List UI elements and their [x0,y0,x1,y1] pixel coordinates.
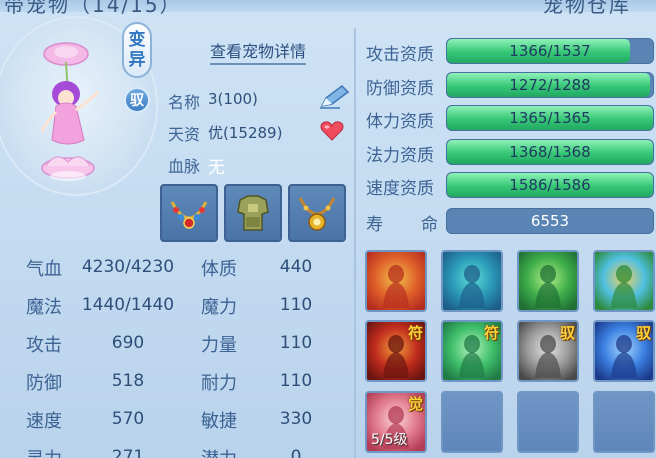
aptitude-value: 1272/1288 [509,76,591,94]
skill-slot[interactable] [441,250,503,312]
panel-divider [354,28,356,458]
lifespan-label-char-2: 命 [421,215,438,235]
armor-icon [237,195,269,231]
aptitude-label: 速度资质 [366,179,434,199]
skill-slot[interactable] [517,250,579,312]
skill-tag: 觉 [407,395,423,413]
stat-label: 防御 [26,373,62,394]
skill-tag: 驭 [635,324,651,342]
skill-slot-empty[interactable] [441,391,503,453]
mutation-badge: 变 异 [122,22,152,78]
stat-label: 速度 [26,411,62,432]
stat-label: 攻击 [26,335,62,356]
heart-icon[interactable] [320,121,344,141]
aptitude-value: 1365/1365 [509,109,591,127]
skill-slot[interactable]: 觉 5/5级 [365,391,427,453]
mutation-badge-char-2: 异 [128,50,146,70]
talent-value: 优(15289) [208,124,283,142]
stat-value-2: 110 [279,371,313,391]
aptitude-bar: 1272/1288 [446,72,654,98]
carried-pets-title: 带宠物（14/15） [4,0,182,17]
skill-slot[interactable]: 驭 [593,320,655,382]
stat-value-2: 440 [279,257,313,277]
talent-label: 天资 [168,125,201,144]
aptitude-bar: 1368/1368 [446,139,654,165]
stat-value: 518 [111,371,145,391]
stat-label-2: 敏捷 [201,411,237,432]
stat-value-2: 0 [290,447,302,458]
skill-slot-empty[interactable] [593,391,655,453]
pet-storage-tab[interactable]: 宠物仓库 [543,0,631,18]
equipment-slot-amulet[interactable] [288,184,346,242]
necklace-icon [170,201,208,229]
bloodline-label: 血脉 [168,157,201,176]
skill-tag: 符 [407,324,423,342]
equipment-slot-necklace[interactable] [160,184,218,242]
stat-value-2: 110 [279,333,313,353]
stat-label-2: 耐力 [201,373,237,394]
aptitude-label: 法力资质 [366,146,434,166]
stat-value-2: 110 [279,295,313,315]
skill-tag: 符 [483,324,499,342]
lifespan-bar: 6553 [446,208,654,234]
aptitude-value: 1586/1586 [509,176,591,194]
stat-value: 271 [111,447,145,458]
stat-label-2: 魔力 [201,297,237,318]
swirl-orb-icon [595,252,653,310]
stat-value-2: 330 [279,409,313,429]
skill-slot[interactable]: 驭 [517,320,579,382]
aptitude-label: 体力资质 [366,112,434,132]
aptitude-bar: 1586/1586 [446,172,654,198]
view-pet-details-link[interactable]: 查看宠物详情 [210,38,307,65]
aptitude-bar: 1366/1537 [446,38,654,64]
stat-label: 魔法 [26,297,62,318]
stat-label-2: 潜力 [201,445,237,458]
skill-slot[interactable]: 符 [365,320,427,382]
mutation-badge-char-1: 变 [128,30,146,50]
pet-portrait[interactable] [28,40,112,190]
lifespan-value: 6553 [530,212,570,230]
aptitude-label: 攻击资质 [366,45,434,65]
aptitude-value: 1368/1368 [509,143,591,161]
tame-badge: 驭 [124,87,150,113]
aptitude-label: 防御资质 [366,79,434,99]
skill-slot-empty[interactable] [517,391,579,453]
lifespan-label-char-1: 寿 [366,215,383,235]
bloodline-value: 无 [208,158,225,178]
skill-slot[interactable] [593,250,655,312]
stat-value: 4230/4230 [81,257,175,277]
stat-value: 570 [111,409,145,429]
stat-value: 690 [111,333,145,353]
skill-level: 5/5级 [371,432,408,448]
stat-value: 1440/1440 [81,295,175,315]
water-figure-icon [443,252,501,310]
equipment-slot-armor[interactable] [224,184,282,242]
amulet-icon [298,197,336,231]
skill-slot[interactable]: 符 [441,320,503,382]
green-beast-icon [519,252,577,310]
pet-name-value: 3(100) [208,90,258,108]
stat-label-2: 力量 [201,335,237,356]
skill-tag: 驭 [559,324,575,342]
stat-label: 气血 [26,259,62,280]
stat-label-2: 体质 [201,259,237,280]
stat-label: 灵力 [26,445,62,458]
name-label: 名称 [168,93,201,112]
fire-aura-icon [367,252,425,310]
rename-pencil-icon[interactable] [318,84,350,110]
aptitude-bar: 1365/1365 [446,105,654,131]
skill-slot[interactable] [365,250,427,312]
aptitude-value: 1366/1537 [509,42,591,60]
